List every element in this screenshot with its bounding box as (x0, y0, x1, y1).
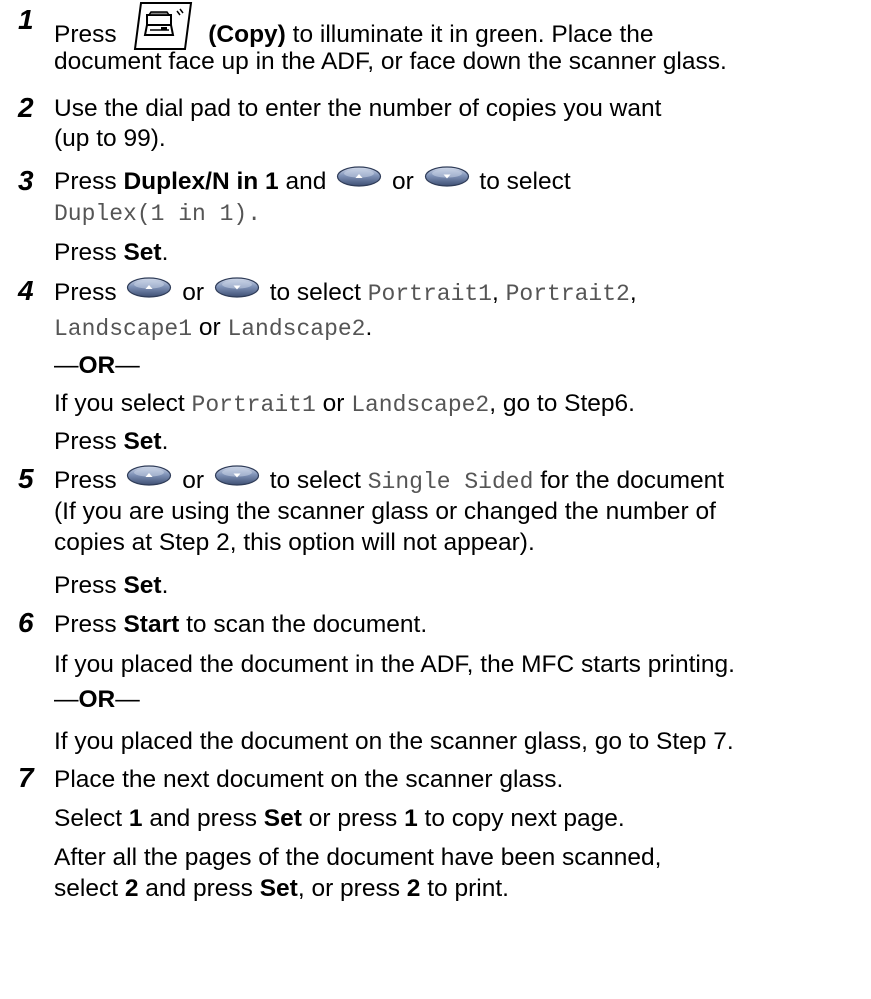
down-arrow-key-icon (214, 274, 260, 310)
up-arrow-key-icon (126, 274, 172, 310)
step-number: 6 (18, 607, 34, 638)
up-arrow-key-icon (126, 462, 172, 498)
step-5-line-3: copies at Step 2, this option will not a… (54, 529, 535, 556)
step-number: 4 (18, 275, 34, 306)
or-separator: —OR— (54, 686, 140, 713)
up-arrow-key-icon (336, 163, 382, 199)
step-7-line-2: Select 1 and press Set or press 1 to cop… (54, 805, 625, 832)
step-7-line-1: Place the next document on the scanner g… (54, 766, 564, 793)
step-6-line-4: If you placed the document on the scanne… (54, 728, 734, 755)
step-2-line-2: (up to 99). (54, 125, 166, 152)
step-5-line-4: Press Set. (54, 572, 169, 599)
step-1-line-2: document face up in the ADF, or face dow… (54, 48, 727, 75)
down-arrow-key-icon (424, 163, 470, 199)
step-number: 5 (18, 463, 34, 494)
step-4-line-4: If you select Portrait1 or Landscape2, g… (54, 390, 635, 418)
step-6-line-1: Press Start to scan the document. (54, 611, 428, 638)
step-number: 7 (18, 762, 34, 793)
step-number: 1 (18, 4, 34, 35)
step-6-line-2: If you placed the document in the ADF, t… (54, 651, 735, 678)
down-arrow-key-icon (214, 462, 260, 498)
step-7-line-4: select 2 and press Set, or press 2 to pr… (54, 875, 509, 902)
step-4-line-2: Landscape1 or Landscape2. (54, 314, 373, 342)
step-3-line-2: Duplex(1 in 1). (54, 201, 262, 227)
step-number: 3 (18, 165, 34, 196)
step-4-line-1: Press or to select Portrait1, Portrait2, (54, 275, 869, 312)
step-4-line-5: Press Set. (54, 428, 169, 455)
or-separator: —OR— (54, 352, 140, 379)
step-number: 2 (18, 92, 34, 123)
step-3-line-3: Press Set. (54, 239, 169, 266)
